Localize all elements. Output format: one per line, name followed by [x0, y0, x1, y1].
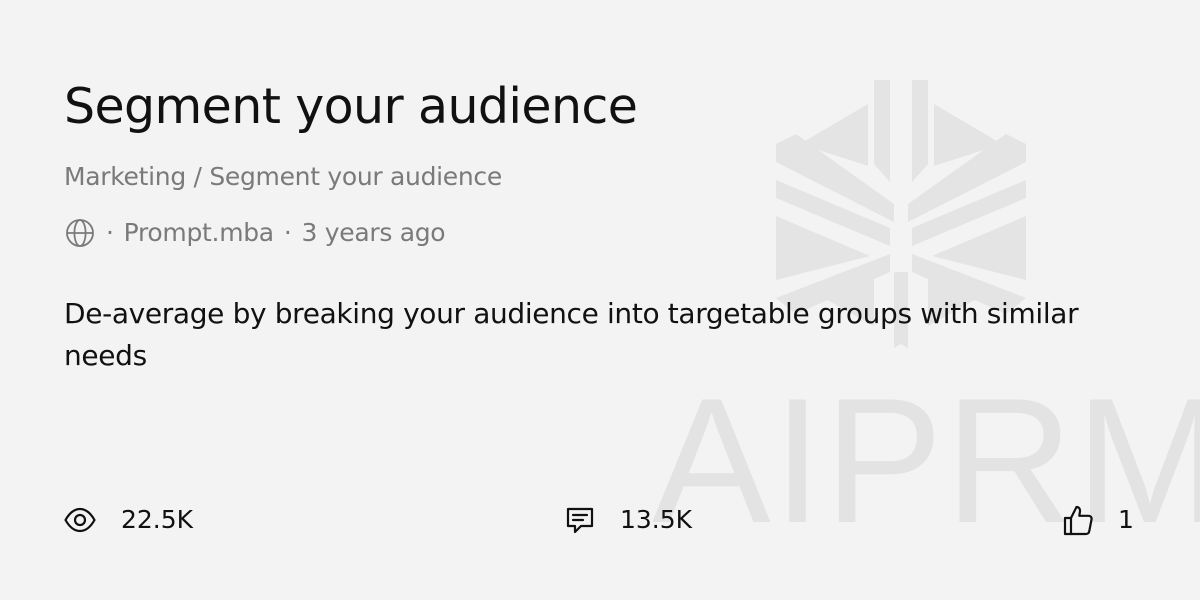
thumbs-up-icon[interactable] — [1062, 503, 1094, 537]
comments-stat: 13.5K — [564, 502, 692, 538]
meta-separator: · — [283, 218, 292, 247]
breadcrumb[interactable]: Marketing / Segment your audience — [64, 160, 502, 194]
prompt-meta: · Prompt.mba · 3 years ago — [64, 216, 446, 250]
views-stat: 22.5K — [63, 502, 193, 538]
prompt-age: 3 years ago — [301, 218, 446, 247]
meta-separator: · — [106, 218, 114, 247]
eye-icon — [64, 507, 96, 533]
likes-count: 1 — [1118, 505, 1134, 534]
comments-count: 13.5K — [620, 505, 693, 534]
likes-stat[interactable]: 1 — [1062, 502, 1134, 538]
author-name[interactable]: Prompt.mba — [124, 216, 274, 250]
globe-icon — [66, 219, 94, 247]
page-title: Segment your audience — [64, 78, 638, 135]
comment-icon — [566, 507, 594, 534]
views-count: 22.5K — [121, 505, 194, 534]
prompt-description: De-average by breaking your audience int… — [64, 297, 1079, 372]
